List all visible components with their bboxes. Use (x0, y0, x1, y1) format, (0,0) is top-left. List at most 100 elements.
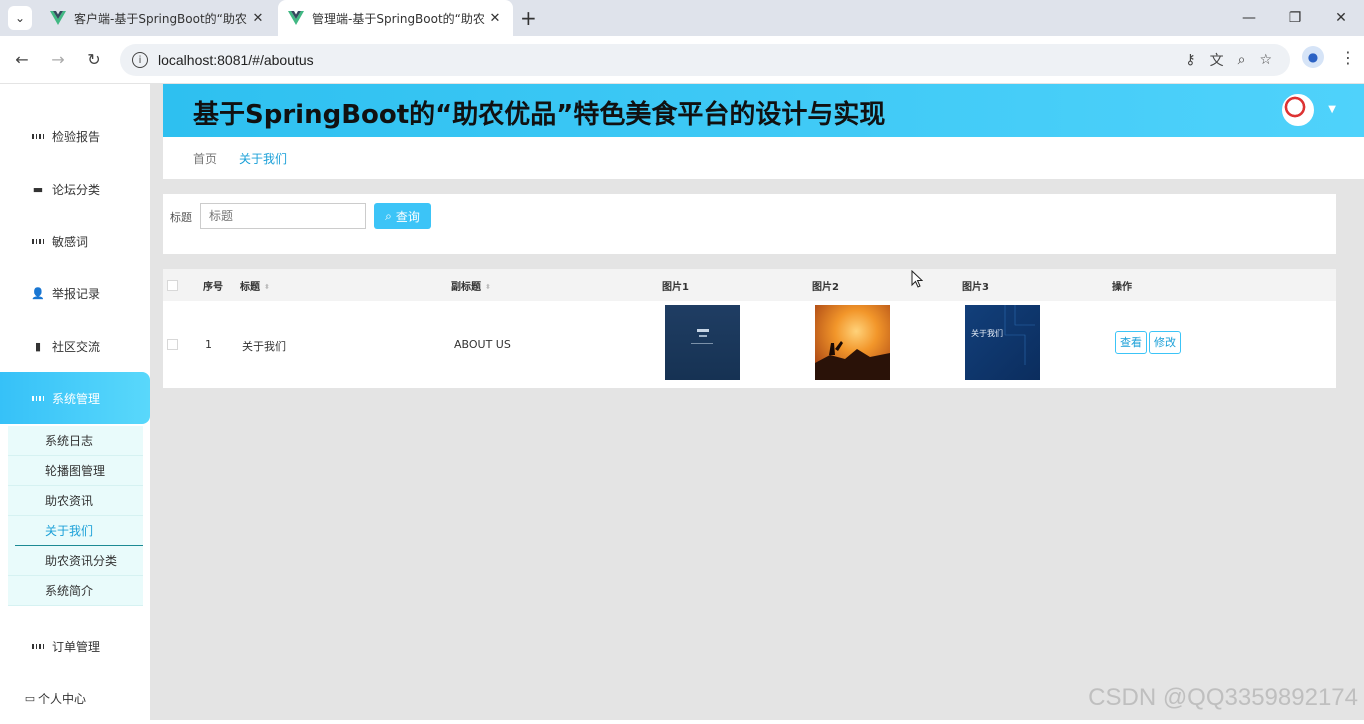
column-header-img2: 图片2 (812, 282, 839, 293)
reload-icon[interactable]: ↻ (76, 50, 112, 69)
sidebar-item-label: 检验报告 (52, 129, 101, 144)
grid-icon (32, 640, 44, 652)
submenu-item-news-category[interactable]: 助农资讯分类 (8, 546, 143, 576)
table-header: 序号 标题 ⬍ 副标题 ⬍ 图片1 图片2 图片3 操作 (163, 269, 1336, 301)
more-menu-icon[interactable]: ⋮ (1340, 48, 1356, 67)
column-header-label: 标题 (240, 282, 260, 293)
search-input[interactable] (200, 203, 366, 229)
sidebar-item-personal-center[interactable]: ▭ 个人中心 (0, 672, 150, 724)
column-header-index: 序号 (203, 282, 223, 293)
sidebar-item-label: 举报记录 (52, 286, 101, 301)
thumbnail-caption: 关于我们 (971, 328, 1003, 338)
sidebar-item-label: 敏感词 (52, 234, 89, 249)
url-action-icons: ⚷ 文 ⌕ ☆ (1185, 44, 1272, 76)
window-controls: — ❐ ✕ (1226, 0, 1364, 36)
search-button[interactable]: ⌕ 查询 (374, 203, 431, 229)
caret-down-icon[interactable]: ▼ (1328, 104, 1336, 115)
site-info-icon[interactable]: i (132, 52, 148, 68)
header-banner: 基于SpringBoot的“助农优品”特色美食平台的设计与实现 ▼ (163, 84, 1364, 137)
watermark: CSDN @QQ3359892174 (1088, 684, 1358, 711)
sort-icon[interactable]: ⬍ (485, 283, 491, 291)
key-icon[interactable]: ⚷ (1185, 52, 1195, 68)
url-field[interactable]: i localhost:8081/#/aboutus ⚷ 文 ⌕ ☆ (120, 44, 1290, 76)
search-label: 标题 (170, 211, 192, 224)
column-header-actions: 操作 (1112, 282, 1132, 293)
profile-icon[interactable]: ● (1302, 46, 1324, 68)
edit-button[interactable]: 修改 (1149, 331, 1181, 354)
star-icon[interactable]: ☆ (1259, 52, 1272, 68)
page-title: 基于SpringBoot的“助农优品”特色美食平台的设计与实现 (193, 100, 886, 130)
sidebar-item-label: 系统管理 (52, 391, 101, 406)
sidebar-item-sensitive-words[interactable]: 敏感词 (0, 215, 150, 267)
browser-tab-client[interactable]: 客户端-基于SpringBoot的“助农 ✕ (40, 0, 276, 36)
column-header-label: 副标题 (451, 282, 481, 293)
column-header-img1: 图片1 (662, 282, 689, 293)
breadcrumb-home[interactable]: 首页 (193, 150, 217, 167)
submenu-item-about-us[interactable]: 关于我们 (15, 516, 143, 546)
forward-icon[interactable]: → (40, 50, 76, 69)
grid-icon (32, 130, 44, 142)
close-icon[interactable]: ✕ (487, 11, 503, 26)
column-header-title[interactable]: 标题 ⬍ (240, 278, 270, 293)
thumbnail-image-3[interactable]: 关于我们 (965, 305, 1040, 380)
sidebar-item-label: 论坛分类 (52, 182, 101, 197)
thumbnail-image-2[interactable] (815, 305, 890, 380)
view-button[interactable]: 查看 (1115, 331, 1147, 354)
browser-tab-strip: ⌄ 客户端-基于SpringBoot的“助农 ✕ 管理端-基于SpringBoo… (0, 0, 1364, 36)
sort-icon[interactable]: ⬍ (264, 283, 270, 291)
sidebar-item-inspection-report[interactable]: 检验报告 (0, 110, 150, 162)
browser-tab-admin[interactable]: 管理端-基于SpringBoot的“助农 ✕ (278, 0, 513, 36)
column-header-subtitle[interactable]: 副标题 ⬍ (451, 278, 491, 293)
cell-subtitle: ABOUT US (454, 338, 511, 351)
mouse-cursor-icon (911, 270, 923, 288)
clipboard-icon: ▮ (34, 339, 42, 353)
new-tab-icon[interactable]: + (520, 6, 537, 30)
sidebar-item-label: 订单管理 (52, 639, 101, 654)
restore-icon[interactable]: ❐ (1272, 0, 1318, 36)
select-all-checkbox[interactable] (167, 280, 178, 291)
cell-title: 关于我们 (242, 340, 286, 353)
translate-icon[interactable]: 文 (1210, 50, 1224, 70)
user-icon: 👤 (31, 286, 45, 300)
app-area: 检验报告 ▬ 论坛分类 敏感词 👤 举报记录 ▮ 社区交流 系统管理 系统日志 … (0, 84, 1364, 720)
sidebar-item-label: 个人中心 (38, 691, 87, 706)
tab-search-icon[interactable]: ⌄ (8, 6, 32, 30)
avatar[interactable] (1282, 94, 1314, 126)
minimize-icon[interactable]: — (1226, 0, 1272, 36)
data-table: 序号 标题 ⬍ 副标题 ⬍ 图片1 图片2 图片3 操作 1 关于我们 ABOUT … (163, 269, 1336, 388)
search-icon: ⌕ (385, 208, 392, 223)
system-submenu: 系统日志 轮播图管理 助农资讯 关于我们 助农资讯分类 系统简介 (8, 426, 143, 606)
submenu-item-system-log[interactable]: 系统日志 (8, 426, 143, 456)
breadcrumb: 首页 关于我们 (163, 137, 1364, 179)
sidebar-item-report-records[interactable]: 👤 举报记录 (0, 267, 150, 319)
url-text: localhost:8081/#/aboutus (158, 52, 314, 68)
sidebar-item-system-management[interactable]: 系统管理 (0, 372, 150, 424)
grid-icon (32, 235, 44, 247)
vue-logo-icon (288, 11, 304, 25)
sidebar-item-community[interactable]: ▮ 社区交流 (0, 320, 150, 372)
zoom-icon[interactable]: ⌕ (1238, 52, 1246, 68)
address-bar: ← → ↻ i localhost:8081/#/aboutus ⚷ 文 ⌕ ☆… (0, 36, 1364, 84)
tab-title: 管理端-基于SpringBoot的“助农 (312, 11, 485, 26)
cell-index: 1 (205, 338, 212, 351)
browser-right-icons: ● ⋮ (1302, 46, 1356, 68)
grid-icon (32, 392, 44, 404)
close-icon[interactable]: ✕ (250, 11, 266, 26)
row-checkbox[interactable] (167, 339, 178, 350)
breadcrumb-current: 关于我们 (239, 151, 288, 166)
sidebar-item-order-management[interactable]: 订单管理 (0, 620, 150, 672)
submenu-item-news[interactable]: 助农资讯 (8, 486, 143, 516)
submenu-item-system-intro[interactable]: 系统简介 (8, 576, 143, 606)
sidebar-item-label: 社区交流 (52, 339, 101, 354)
sidebar: 检验报告 ▬ 论坛分类 敏感词 👤 举报记录 ▮ 社区交流 系统管理 系统日志 … (0, 84, 150, 720)
vue-logo-icon (50, 11, 66, 25)
column-header-img3: 图片3 (962, 282, 989, 293)
thumbnail-image-1[interactable] (665, 305, 740, 380)
back-icon[interactable]: ← (4, 50, 40, 69)
search-panel: 标题 ⌕ 查询 (163, 194, 1336, 254)
search-button-label: 查询 (395, 209, 420, 224)
submenu-item-carousel[interactable]: 轮播图管理 (8, 456, 143, 486)
sidebar-item-forum-category[interactable]: ▬ 论坛分类 (0, 163, 150, 215)
window-close-icon[interactable]: ✕ (1318, 0, 1364, 36)
tab-title: 客户端-基于SpringBoot的“助农 (74, 11, 247, 26)
